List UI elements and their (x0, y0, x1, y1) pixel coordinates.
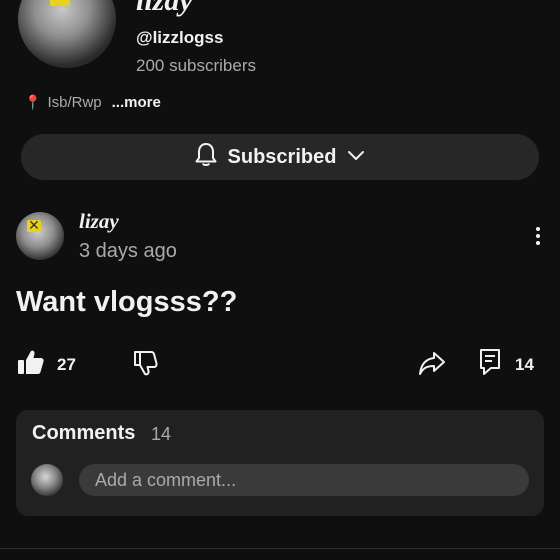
post-author-name[interactable]: lizay (79, 209, 119, 234)
more-link[interactable]: ...more (112, 94, 161, 111)
share-icon (418, 350, 446, 381)
dislike-button[interactable] (133, 350, 159, 381)
subscribed-button[interactable]: Subscribed (21, 134, 539, 180)
channel-avatar[interactable] (18, 0, 116, 68)
comments-title: Comments (32, 422, 136, 444)
post-timestamp: 3 days ago (79, 240, 177, 262)
chevron-down-icon (346, 148, 366, 167)
user-avatar (31, 464, 63, 496)
location-text: Isb/Rwp (47, 94, 102, 111)
comment-count: 14 (515, 354, 534, 374)
more-options-icon[interactable] (530, 224, 546, 252)
location-pin-icon: 📍 (24, 94, 42, 111)
like-button[interactable]: 27 (17, 349, 76, 380)
add-comment-input[interactable] (79, 464, 529, 496)
like-count: 27 (57, 354, 76, 374)
bell-icon (194, 142, 218, 173)
comments-button[interactable]: 14 (479, 348, 534, 381)
comments-count: 14 (151, 424, 172, 444)
post-author-avatar[interactable] (16, 212, 64, 260)
subscriber-count: 200 subscribers (136, 56, 257, 75)
thumbs-up-icon (17, 349, 45, 380)
post-text: Want vlogsss?? (16, 286, 238, 318)
channel-description: 📍 Isb/Rwp ...more (24, 94, 161, 111)
comment-icon (479, 348, 501, 381)
avatar-sticker-icon (50, 0, 70, 6)
avatar-sticker-icon (27, 218, 41, 234)
thumbs-down-icon (133, 350, 159, 381)
share-button[interactable] (418, 350, 446, 381)
channel-name: lizay (136, 0, 193, 17)
channel-handle: @lizzlogss (136, 28, 224, 47)
divider (0, 548, 560, 549)
subscribed-label: Subscribed (227, 145, 337, 168)
